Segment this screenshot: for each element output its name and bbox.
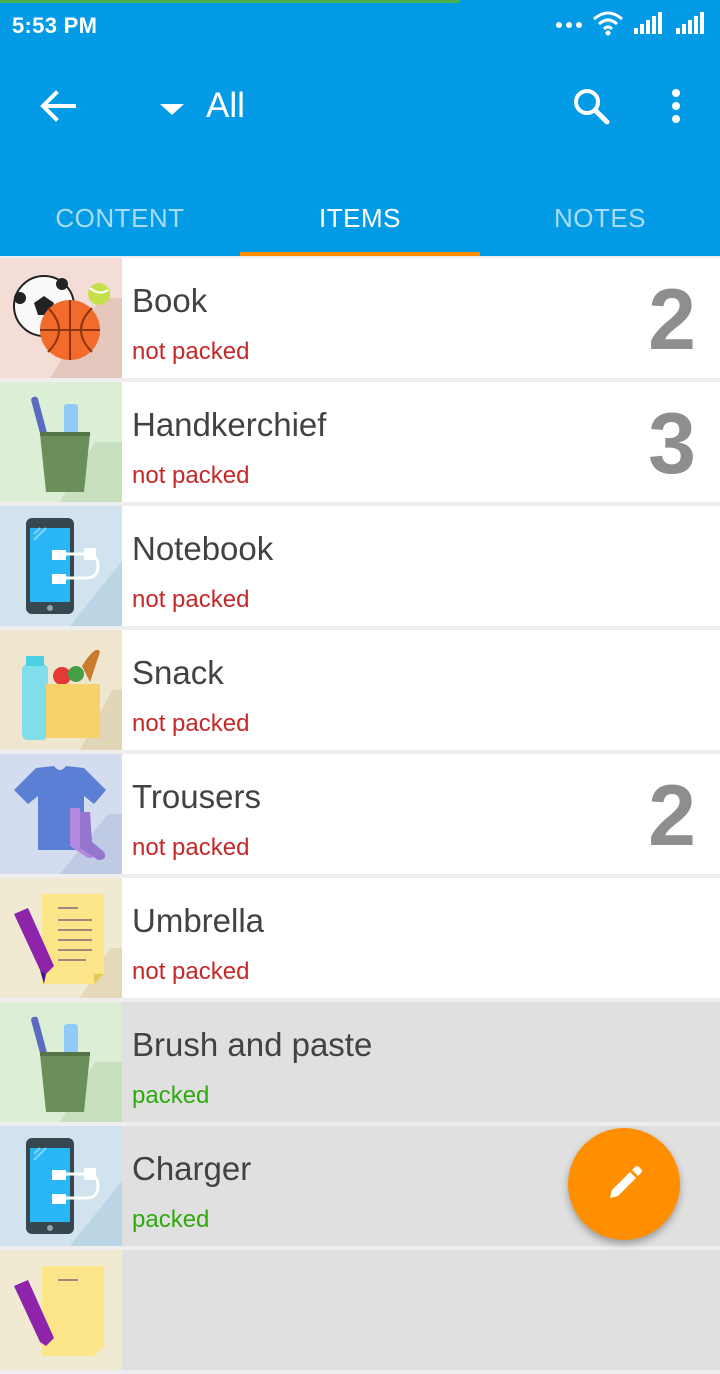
item-status: packed	[132, 1206, 210, 1233]
list-item[interactable]: Snack not packed	[0, 630, 720, 750]
pencil-icon	[610, 1166, 642, 1198]
tab-bar: CONTENT ITEMS NOTES	[0, 180, 720, 256]
tab-notes[interactable]: NOTES	[480, 180, 720, 256]
more-options-button[interactable]	[650, 80, 702, 132]
back-button[interactable]	[30, 82, 86, 130]
status-time: 5:53 PM	[12, 13, 98, 38]
toothbrush-cup-icon	[0, 382, 122, 502]
phone-charger-icon	[0, 506, 122, 626]
tab-items[interactable]: ITEMS	[240, 180, 480, 256]
app-bar: All CONTENT ITEMS NOTES	[0, 50, 720, 256]
item-name: Charger	[132, 1150, 252, 1187]
tab-content[interactable]: CONTENT	[0, 180, 240, 256]
item-name: Book	[132, 282, 208, 319]
item-name: Trousers	[132, 778, 261, 815]
item-quantity: 3	[648, 396, 696, 492]
item-status: not packed	[132, 710, 250, 737]
item-name: Notebook	[132, 530, 274, 567]
item-quantity: 2	[648, 272, 696, 368]
sports-balls-icon	[0, 258, 122, 378]
signal-icon	[676, 11, 708, 39]
page-load-progress	[0, 0, 460, 3]
dropdown-arrow-icon	[160, 103, 184, 115]
groceries-bag-icon	[0, 630, 122, 750]
list-item[interactable]	[0, 1250, 720, 1370]
item-status: packed	[132, 1082, 210, 1109]
item-status: not packed	[132, 834, 250, 861]
item-name: Brush and paste	[132, 1026, 373, 1063]
item-name: Snack	[132, 654, 224, 691]
toothbrush-cup-icon	[0, 1002, 122, 1122]
list-item[interactable]: Handkerchief not packed 3	[0, 382, 720, 502]
list-item[interactable]: Book not packed 2	[0, 258, 720, 378]
list-item[interactable]: Notebook not packed	[0, 506, 720, 626]
list-item[interactable]: Umbrella not packed	[0, 878, 720, 998]
notepad-pen-icon	[0, 878, 122, 998]
item-quantity: 2	[648, 768, 696, 864]
edit-fab-button[interactable]	[568, 1128, 680, 1240]
arrow-back-icon	[40, 90, 76, 122]
list-item[interactable]: Brush and paste packed	[0, 1002, 720, 1122]
phone-charger-icon	[0, 1126, 122, 1246]
search-button[interactable]	[562, 80, 620, 132]
more-notifications-icon	[556, 16, 582, 34]
notepad-pen-icon	[0, 1250, 122, 1370]
item-status: not packed	[132, 462, 250, 489]
search-icon	[574, 89, 610, 125]
status-icons	[556, 10, 708, 40]
item-status: not packed	[132, 338, 250, 365]
item-status: not packed	[132, 586, 250, 613]
item-status: not packed	[132, 958, 250, 985]
more-vert-icon	[672, 89, 680, 123]
item-name: Umbrella	[132, 902, 265, 939]
list-item[interactable]: Trousers not packed 2	[0, 754, 720, 874]
category-dropdown[interactable]: All	[150, 82, 245, 130]
clothes-icon	[0, 754, 122, 874]
item-name: Handkerchief	[132, 406, 327, 443]
category-title: All	[206, 86, 245, 125]
status-bar: 5:53 PM	[0, 0, 720, 50]
signal-icon	[634, 11, 666, 39]
wifi-icon	[592, 10, 624, 41]
